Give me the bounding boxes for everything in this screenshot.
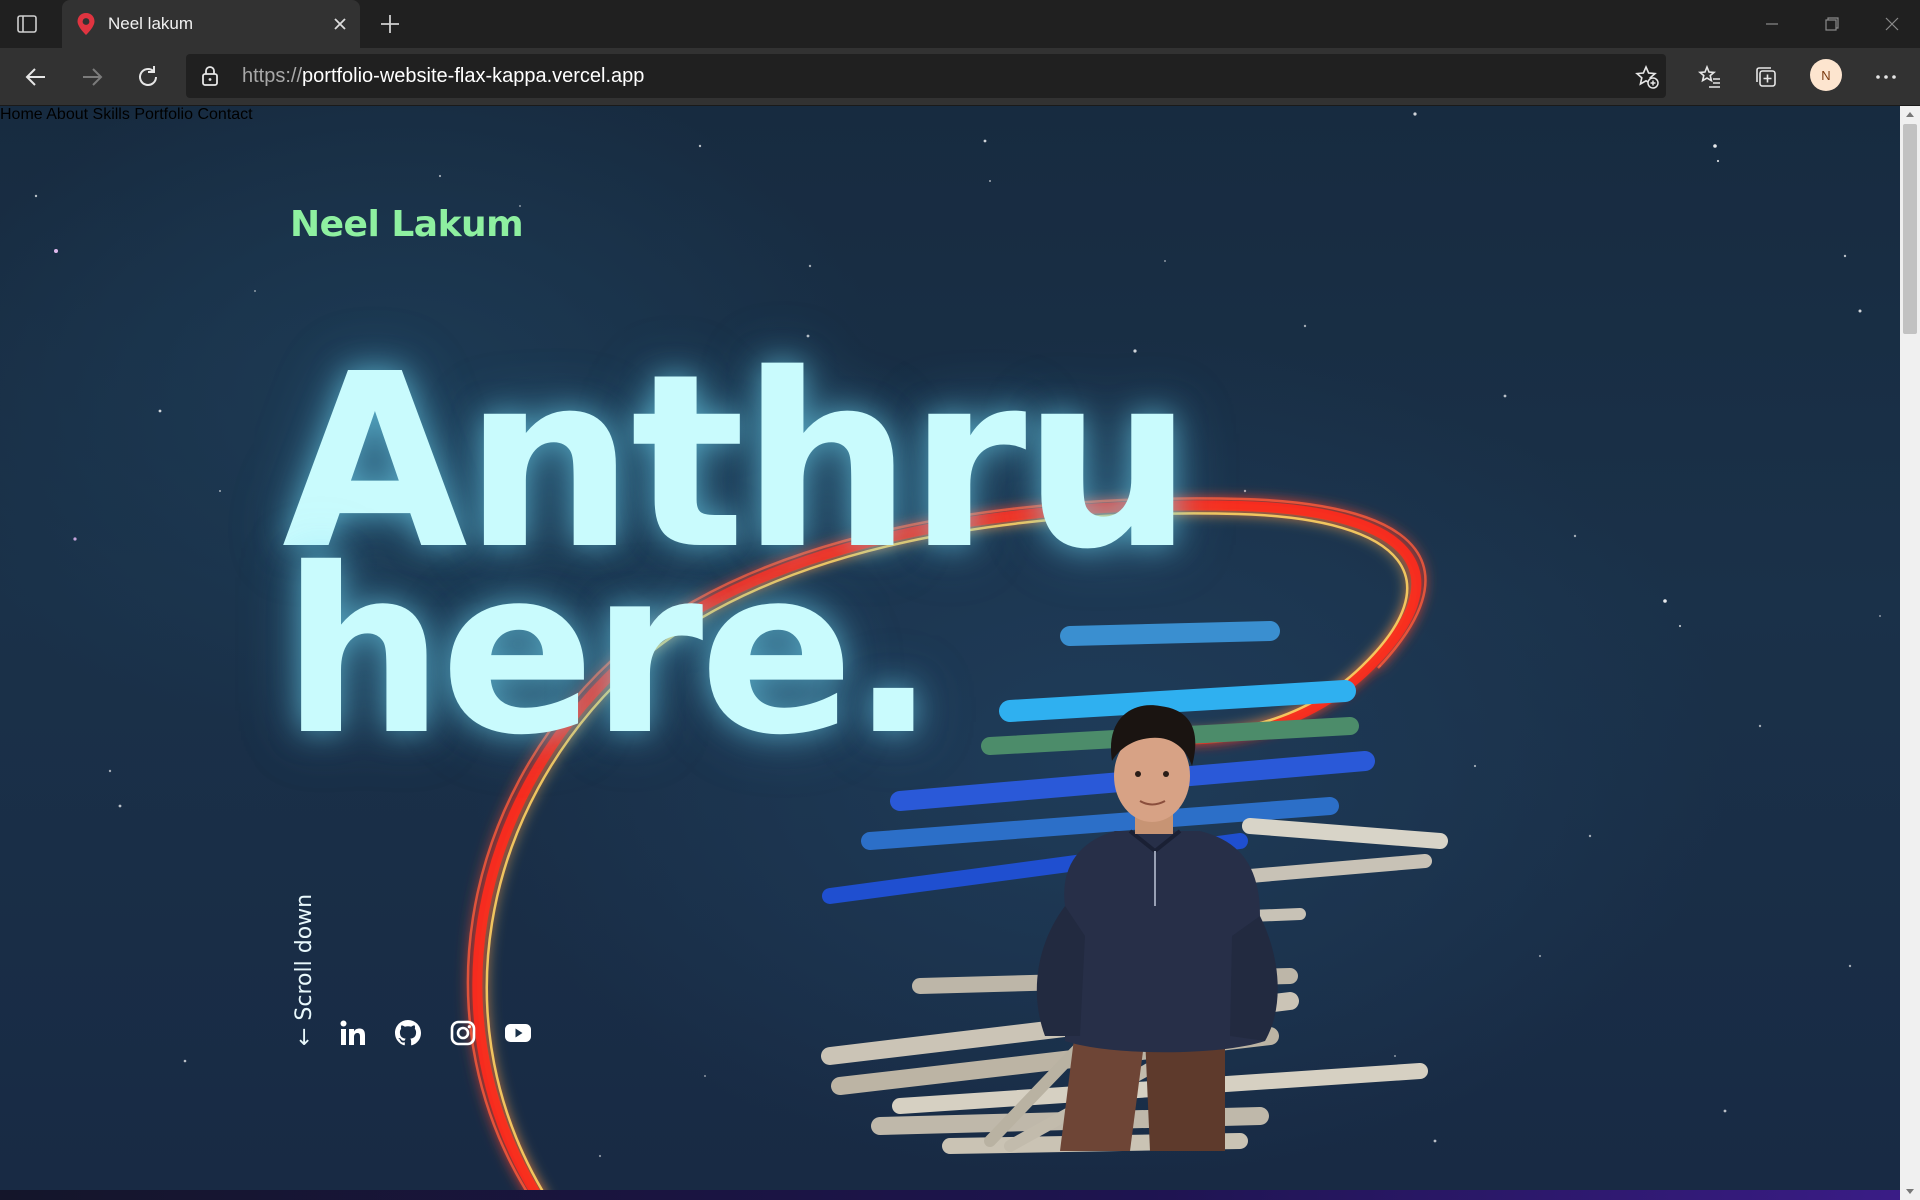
more-menu-icon[interactable] <box>1872 63 1900 91</box>
scroll-down-hint[interactable]: ← Scroll down <box>292 894 317 1046</box>
url-host: portfolio-website-flax-kappa.vercel.app <box>302 65 645 87</box>
url-scheme: https:// <box>242 65 303 87</box>
scroll-thumb[interactable] <box>1903 124 1917 334</box>
tab-title: Neel lakum <box>108 14 194 33</box>
favorites-icon[interactable] <box>1696 63 1724 91</box>
linkedin-icon[interactable] <box>338 1018 368 1048</box>
profile-photo-collage <box>821 621 1448 1154</box>
github-icon[interactable] <box>393 1018 423 1048</box>
new-tab-icon[interactable] <box>378 12 402 36</box>
youtube-icon[interactable] <box>503 1018 533 1048</box>
browser-tab-bar: Neel lakum <box>0 0 1920 48</box>
map-pin-icon <box>76 12 96 36</box>
close-window-icon[interactable] <box>1880 12 1904 36</box>
forward-icon[interactable] <box>78 63 106 91</box>
tab-actions-icon[interactable] <box>14 11 40 37</box>
address-bar[interactable]: https://portfolio-website-flax-kappa.ver… <box>186 54 1666 98</box>
restore-icon[interactable] <box>1820 12 1844 36</box>
add-favorite-icon[interactable] <box>1634 64 1660 90</box>
page-scrollbar[interactable] <box>1900 106 1920 1200</box>
refresh-icon[interactable] <box>134 63 162 91</box>
close-tab-icon[interactable] <box>330 14 350 34</box>
browser-toolbar: https://portfolio-website-flax-kappa.ver… <box>0 48 1920 106</box>
back-icon[interactable] <box>22 63 50 91</box>
instagram-icon[interactable] <box>448 1018 478 1048</box>
profile-avatar[interactable]: N <box>1810 59 1842 91</box>
url-text: https://portfolio-website-flax-kappa.ver… <box>242 65 644 88</box>
scroll-up-arrow-icon[interactable] <box>1906 112 1914 117</box>
scroll-down-arrow-icon[interactable] <box>1906 1189 1914 1194</box>
page-bottom-strip <box>0 1190 1900 1200</box>
browser-tab-active[interactable]: Neel lakum <box>62 0 360 48</box>
page-viewport: Neel Lakum Home About Skills Portfolio C… <box>0 106 1900 1200</box>
lock-icon[interactable] <box>200 65 220 87</box>
minimize-icon[interactable] <box>1760 12 1784 36</box>
collections-icon[interactable] <box>1752 63 1780 91</box>
